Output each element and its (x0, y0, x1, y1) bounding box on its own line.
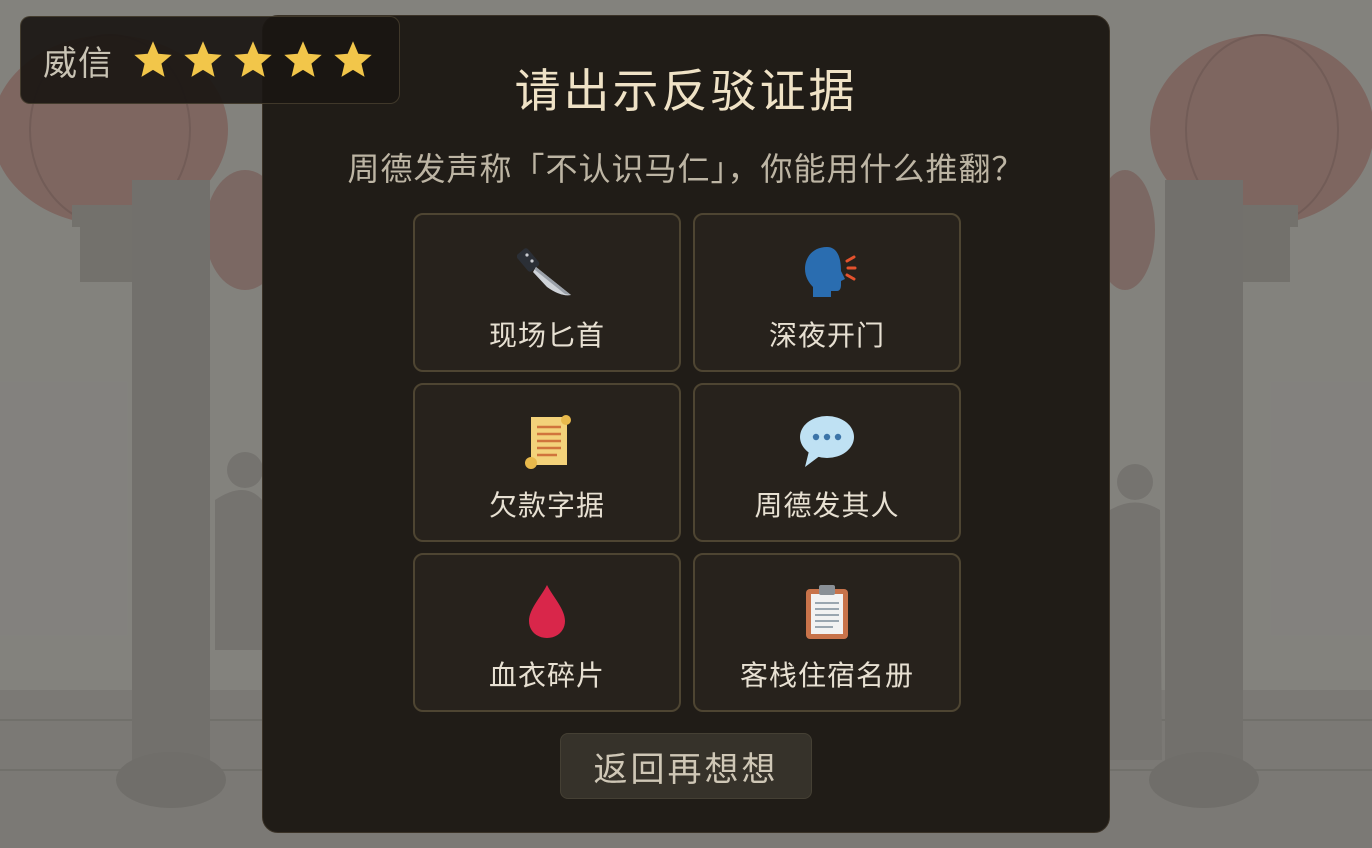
reputation-stars (131, 38, 375, 82)
star-icon (234, 41, 272, 77)
evidence-label: 现场匕首 (488, 319, 605, 352)
evidence-card-zhou-defa[interactable]: 周德发其人 (693, 383, 961, 542)
clipboard-icon (797, 581, 857, 641)
evidence-card-debt-note[interactable]: 欠款字据 (413, 383, 681, 542)
evidence-label: 血衣碎片 (488, 659, 605, 692)
blood-drop-icon (517, 581, 577, 641)
evidence-card-inn-register[interactable]: 客栈住宿名册 (693, 553, 961, 712)
star-icon (184, 41, 222, 77)
evidence-label: 周德发其人 (754, 489, 900, 522)
evidence-card-knife[interactable]: 现场匕首 (413, 213, 681, 372)
reputation-badge: 威信 (20, 16, 400, 104)
star-icon (284, 41, 322, 77)
star-icon (334, 41, 372, 77)
evidence-modal: 请出示反驳证据 周德发声称「不认识马仁」，你能用什么推翻？ 现场匕首 深夜开门 … (262, 15, 1110, 833)
evidence-grid: 现场匕首 深夜开门 欠款字据 周德发其人 血衣碎片 客栈住宿名册 (413, 213, 962, 712)
modal-subtitle: 周德发声称「不认识马仁」，你能用什么推翻？ (347, 150, 1025, 188)
speech-bubble-icon (797, 411, 857, 471)
evidence-label: 客栈住宿名册 (739, 659, 914, 692)
evidence-card-bloody-cloth[interactable]: 血衣碎片 (413, 553, 681, 712)
evidence-label: 深夜开门 (768, 319, 885, 352)
scroll-icon (517, 411, 577, 471)
star-icon (134, 41, 172, 77)
knife-icon (517, 241, 577, 301)
evidence-label: 欠款字据 (488, 489, 605, 522)
game-stage: 威信 请出示反驳证据 周德发声称「不认识马仁」，你能用什么推翻？ 现场匕首 深夜… (0, 0, 1372, 848)
evidence-card-late-night[interactable]: 深夜开门 (693, 213, 961, 372)
reputation-label: 威信 (43, 43, 113, 84)
back-button[interactable]: 返回再想想 (560, 733, 812, 799)
speaking-head-icon (797, 241, 857, 301)
